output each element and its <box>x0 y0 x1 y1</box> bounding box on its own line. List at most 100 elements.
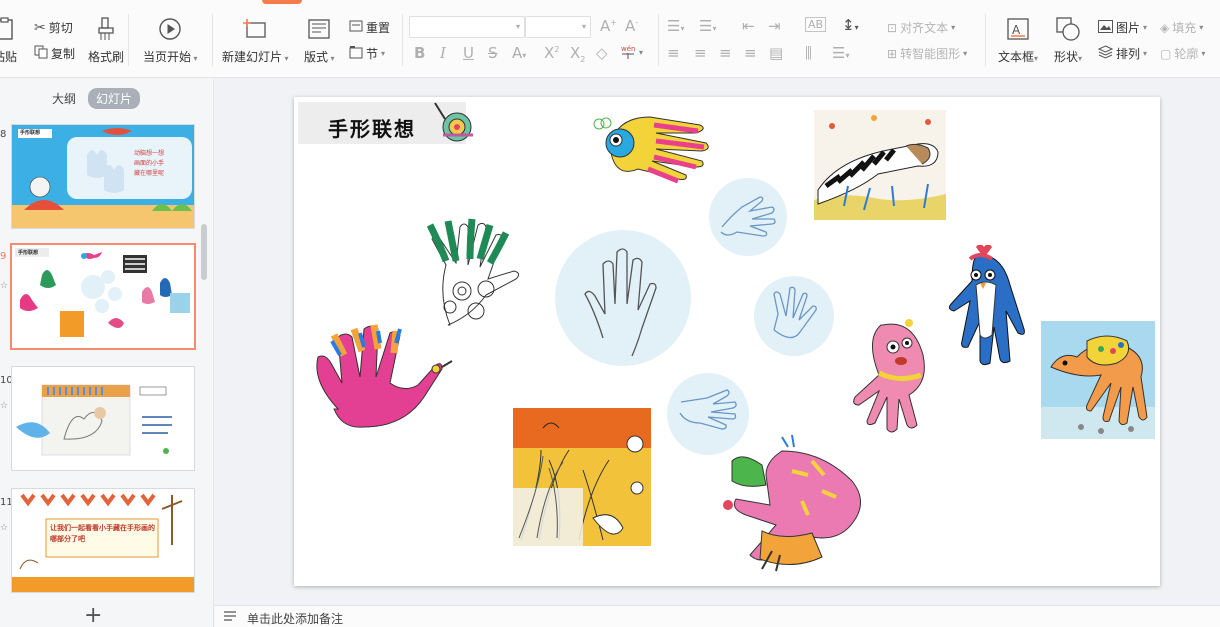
brush-icon <box>93 16 119 42</box>
text-direction-icon[interactable]: AB <box>805 17 827 32</box>
text-box-button[interactable]: A 文本框▾ <box>998 16 1038 65</box>
paste-button[interactable]: 粘贴 <box>0 16 18 65</box>
copy-button[interactable]: 复制 <box>34 45 75 62</box>
align-text-button[interactable]: ⊡ 对齐文本 ▾ <box>887 19 955 36</box>
horse-hand-picture[interactable] <box>1041 321 1155 439</box>
grow-font-icon[interactable]: A+ <box>600 17 617 35</box>
tab-slides[interactable]: 幻灯片 <box>88 88 141 109</box>
bullet-list-icon[interactable]: ☰▾ <box>667 17 684 35</box>
picture-button[interactable]: 图片 ▾ <box>1098 19 1147 36</box>
snail-drawing[interactable] <box>429 99 477 147</box>
thumbnail-scrollbar[interactable] <box>201 224 207 280</box>
section-button[interactable]: 节 ▾ <box>349 45 385 62</box>
justify-icon[interactable]: ≡ <box>744 44 757 62</box>
new-slide-button[interactable]: 新建幻灯片 ▾ <box>222 16 289 65</box>
ribbon-toolbar: 粘贴 ✂ 剪切 复制 格式刷 当页开始 ▾ 新建幻灯片 ▾ 版式 ▾ <box>0 0 1220 78</box>
smartart-icon: ⊞ <box>887 46 898 61</box>
fish-hand-drawing[interactable] <box>590 107 722 195</box>
tab-outline[interactable]: 大纲 <box>52 90 76 107</box>
superscript-icon[interactable]: X2 <box>544 44 559 62</box>
notes-icon <box>224 611 236 621</box>
strikethrough-icon[interactable]: S <box>488 44 498 62</box>
octopus-figure-drawing[interactable] <box>722 431 866 575</box>
notes-bar[interactable]: 单击此处添加备注 <box>215 605 1220 627</box>
new-slide-icon <box>242 16 268 42</box>
bold-icon[interactable]: B <box>414 44 425 62</box>
picture-icon <box>1098 19 1113 36</box>
hand-outline-circle-2[interactable] <box>754 274 834 358</box>
font-size-select[interactable]: ▾ <box>525 16 591 38</box>
align-left-icon[interactable]: ≡ <box>667 44 680 62</box>
align-text-icon: ⊡ <box>887 20 898 35</box>
pink-creature-hand-drawing[interactable] <box>849 317 941 437</box>
slide-10-preview <box>12 367 194 470</box>
divider <box>128 14 129 66</box>
smartart-button[interactable]: ⊞ 转智能图形 ▾ <box>887 45 967 62</box>
font-color-icon[interactable]: A▾ <box>512 44 526 62</box>
align-center-icon[interactable]: ≡ <box>694 44 707 62</box>
thumb-text: 让我们一起看看小手藏在手形画的哪部分了吧 <box>50 524 155 543</box>
text-box-icon: A <box>1005 16 1031 42</box>
layout-button[interactable]: 版式 ▾ <box>304 16 335 65</box>
shape-icon <box>1055 16 1081 42</box>
align-right-icon[interactable]: ≡ <box>719 44 732 62</box>
slide-9-preview <box>12 245 194 348</box>
scissors-icon: ✂ <box>34 19 46 36</box>
numbered-list-icon[interactable]: ☰▾ <box>699 17 716 35</box>
shape-button[interactable]: 形状▾ <box>1054 16 1082 65</box>
distribute-icon[interactable]: ▤ <box>769 44 783 62</box>
zebra-hand-photo[interactable] <box>814 110 946 220</box>
star-icon: ☆ <box>0 523 9 533</box>
thumb-title: 手形联想 <box>20 130 41 136</box>
slide-title: 手形联想 <box>328 117 416 141</box>
fill-bucket-icon: ◈ <box>1160 20 1170 35</box>
star-icon: ☆ <box>0 281 9 291</box>
notes-placeholder: 单击此处添加备注 <box>247 612 344 626</box>
svg-text:藏在哪里呢: 藏在哪里呢 <box>134 169 164 177</box>
columns-icon[interactable]: ⫼ <box>805 44 812 62</box>
format-painter-button[interactable]: 格式刷 <box>88 16 124 65</box>
eraser-icon[interactable]: ◇ <box>596 44 608 62</box>
fill-button[interactable]: ◈ 填充 ▾ <box>1160 19 1203 36</box>
reset-icon <box>349 19 363 36</box>
shrink-font-icon[interactable]: A- <box>625 17 638 35</box>
outline-icon: ▢ <box>1160 46 1172 61</box>
hand-outline-circle-large[interactable] <box>553 228 693 368</box>
peacock-tree-picture[interactable] <box>513 408 651 546</box>
play-from-current-button[interactable]: 当页开始 ▾ <box>143 16 198 65</box>
increase-indent-icon[interactable]: ⇥ <box>768 17 781 35</box>
arrange-button[interactable]: 排列 ▾ <box>1097 45 1147 62</box>
line-spacing-icon[interactable]: ↨▾ <box>842 16 859 34</box>
star-icon: ☆ <box>0 401 9 411</box>
phonetic-guide-icon[interactable]: wén ▾ <box>620 44 643 60</box>
outline-button[interactable]: ▢ 轮廓 ▾ <box>1160 45 1205 62</box>
divider <box>658 14 659 66</box>
thumb-title: 手形联想 <box>18 250 39 256</box>
penguin-hand-drawing[interactable] <box>936 245 1028 377</box>
add-slide-icon[interactable]: + <box>84 605 102 627</box>
pink-bird-hand-drawing[interactable] <box>314 321 456 445</box>
italic-icon[interactable]: I <box>440 44 446 62</box>
underline-icon[interactable]: U <box>463 44 474 62</box>
reset-button[interactable]: 重置 <box>349 19 390 36</box>
layout-icon <box>306 16 332 42</box>
paragraph-spacing-icon[interactable]: ☰▾ <box>832 44 849 62</box>
slide-9[interactable]: 手形联想 <box>294 97 1160 586</box>
svg-text:A: A <box>1012 23 1021 37</box>
subscript-icon[interactable]: X2 <box>570 44 585 64</box>
slide-thumbnail-9[interactable]: 手形联想 <box>10 243 196 350</box>
slide-thumbnail-11[interactable]: 让我们一起看看小手藏在手形画的哪部分了吧 <box>11 488 195 593</box>
slide-thumbnail-8[interactable]: 动脑想一想 画面的小手 藏在哪里呢 手形联想 <box>11 124 195 229</box>
slide-thumbnail-10[interactable] <box>11 366 195 471</box>
copy-icon <box>34 45 48 62</box>
active-tab-indicator <box>262 0 302 4</box>
play-icon <box>157 16 183 42</box>
divider <box>985 14 986 66</box>
font-family-select[interactable]: ▾ <box>409 16 525 38</box>
decrease-indent-icon[interactable]: ⇤ <box>742 17 755 35</box>
slide-number: 8 <box>0 129 7 140</box>
svg-text:画面的小手: 画面的小手 <box>134 159 164 167</box>
slide-number: 9 <box>0 251 7 262</box>
arrange-icon <box>1097 45 1114 62</box>
cut-button[interactable]: ✂ 剪切 <box>34 19 73 36</box>
